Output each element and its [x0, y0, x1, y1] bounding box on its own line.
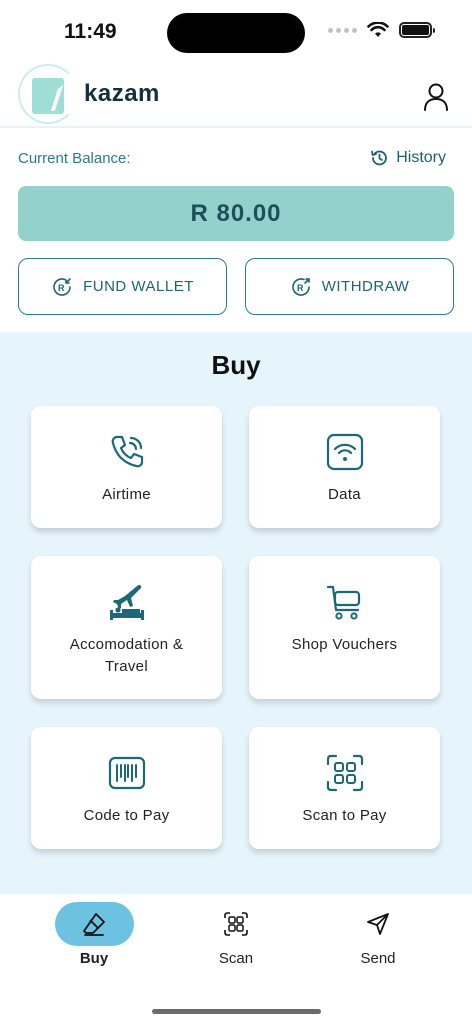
user-icon: [424, 83, 448, 111]
balance-amount: R 80.00: [18, 186, 454, 241]
eraser-icon: [83, 913, 105, 936]
barcode-icon: [108, 756, 145, 790]
phone-icon: [111, 435, 143, 468]
wifi-icon: [326, 433, 363, 471]
nav-label: Send: [360, 950, 396, 967]
nav-item-send[interactable]: Send: [328, 902, 428, 967]
fund-wallet-button[interactable]: R FUND WALLET: [18, 258, 227, 315]
tile-label: Scan to Pay: [302, 807, 387, 824]
nav-item-scan[interactable]: Scan: [186, 902, 286, 967]
balance-label: Current Balance:: [18, 150, 131, 167]
tile-label: Accomodation & Travel: [69, 636, 184, 675]
tile-data[interactable]: Data: [249, 406, 440, 528]
logo-text: kazam: [84, 80, 160, 107]
bottom-nav: Buy Scan Send: [0, 894, 472, 1024]
tile-airtime[interactable]: Airtime: [31, 406, 222, 528]
withdraw-label: WITHDRAW: [321, 278, 410, 295]
tile-label: Shop Vouchers: [291, 636, 398, 653]
signal-icon: [328, 27, 357, 33]
svg-text:R: R: [297, 283, 304, 293]
tile-accommodation-travel[interactable]: Accomodation & Travel: [31, 556, 222, 699]
profile-button[interactable]: [422, 82, 450, 112]
logo: kazam: [18, 64, 160, 124]
dynamic-island: [167, 13, 305, 53]
status-indicators: [328, 22, 435, 38]
app-header: kazam: [0, 60, 472, 128]
withdraw-rand-icon: R: [291, 277, 310, 296]
wifi-status-icon: [367, 22, 389, 37]
home-indicator: [152, 1009, 321, 1014]
svg-text:R: R: [58, 283, 65, 293]
status-time: 11:49: [64, 20, 117, 43]
cart-icon: [326, 585, 360, 620]
tile-shop-vouchers[interactable]: Shop Vouchers: [249, 556, 440, 699]
nav-label: Buy: [79, 950, 109, 967]
battery-icon: [399, 22, 435, 38]
nav-active-pill: [54, 902, 134, 946]
fund-rand-icon: R: [53, 277, 71, 296]
logo-mark-icon: [18, 64, 78, 124]
tile-label: Code to Pay: [83, 807, 170, 824]
travel-icon: [109, 584, 144, 620]
withdraw-button[interactable]: R WITHDRAW: [245, 258, 454, 315]
send-icon: [367, 913, 389, 935]
history-link[interactable]: History: [370, 149, 446, 167]
nav-label: Scan: [218, 950, 254, 967]
tile-code-to-pay[interactable]: Code to Pay: [31, 727, 222, 849]
tile-label: Data: [328, 486, 361, 503]
qr-icon: [224, 912, 248, 936]
tile-label: Airtime: [102, 486, 151, 503]
buy-title: Buy: [211, 350, 261, 380]
fund-wallet-label: FUND WALLET: [83, 278, 194, 295]
tile-scan-to-pay[interactable]: Scan to Pay: [249, 727, 440, 849]
history-label: History: [396, 149, 446, 166]
status-bar: 11:49: [0, 0, 472, 60]
history-icon: [371, 150, 388, 166]
qr-scan-icon: [326, 754, 363, 792]
nav-item-buy[interactable]: Buy: [44, 902, 144, 967]
buy-section: Buy Airtime Data Accomodation & Travel S…: [0, 332, 472, 894]
